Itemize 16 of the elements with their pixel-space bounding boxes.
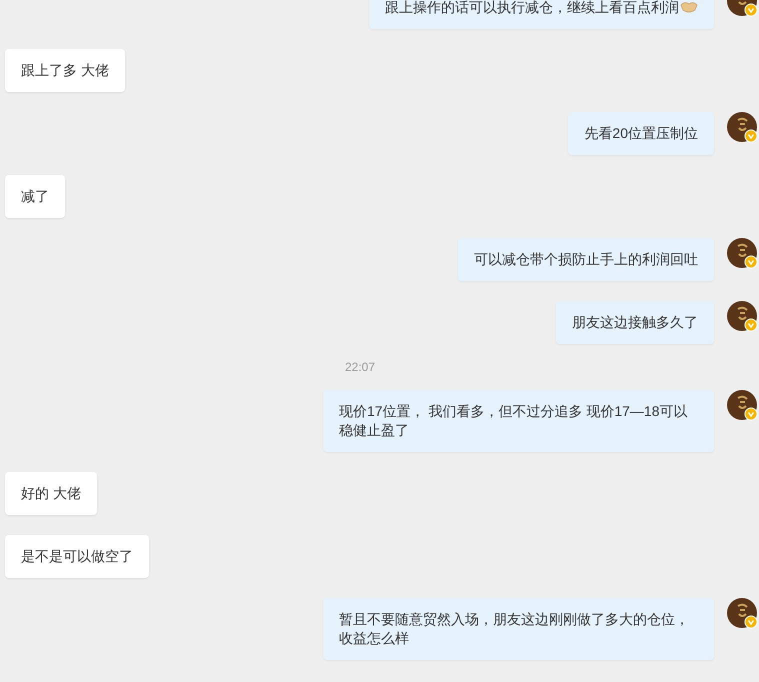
- avatar-icon: [727, 301, 758, 332]
- message-text: 是不是可以做空了: [21, 548, 133, 564]
- message-text: 跟上了多 大佬: [21, 62, 109, 78]
- message-text: 可以减仓带个损防止手上的利润回吐: [474, 251, 698, 267]
- avatar-icon: [727, 112, 758, 143]
- avatar-icon: [727, 238, 758, 269]
- message-text: 跟上操作的话可以执行减仓，继续上看百点利润: [385, 0, 679, 15]
- message-text: 朋友这边接触多久了: [572, 314, 698, 330]
- avatar-icon: [727, 390, 758, 421]
- message-text: 好的 大佬: [21, 485, 81, 501]
- message-text: 暂且不要随意贸然入场，朋友这边刚刚做了多大的仓位，收益怎么样: [339, 611, 689, 646]
- message-text: 先看20位置压制位: [584, 125, 698, 141]
- avatar-icon: [727, 598, 758, 629]
- message-text: 减了: [21, 188, 49, 204]
- message-text: 现价17位置， 我们看多，但不过分追多 现价17—18可以稳健止盈了: [339, 403, 688, 438]
- timestamp: 22:07: [345, 360, 376, 374]
